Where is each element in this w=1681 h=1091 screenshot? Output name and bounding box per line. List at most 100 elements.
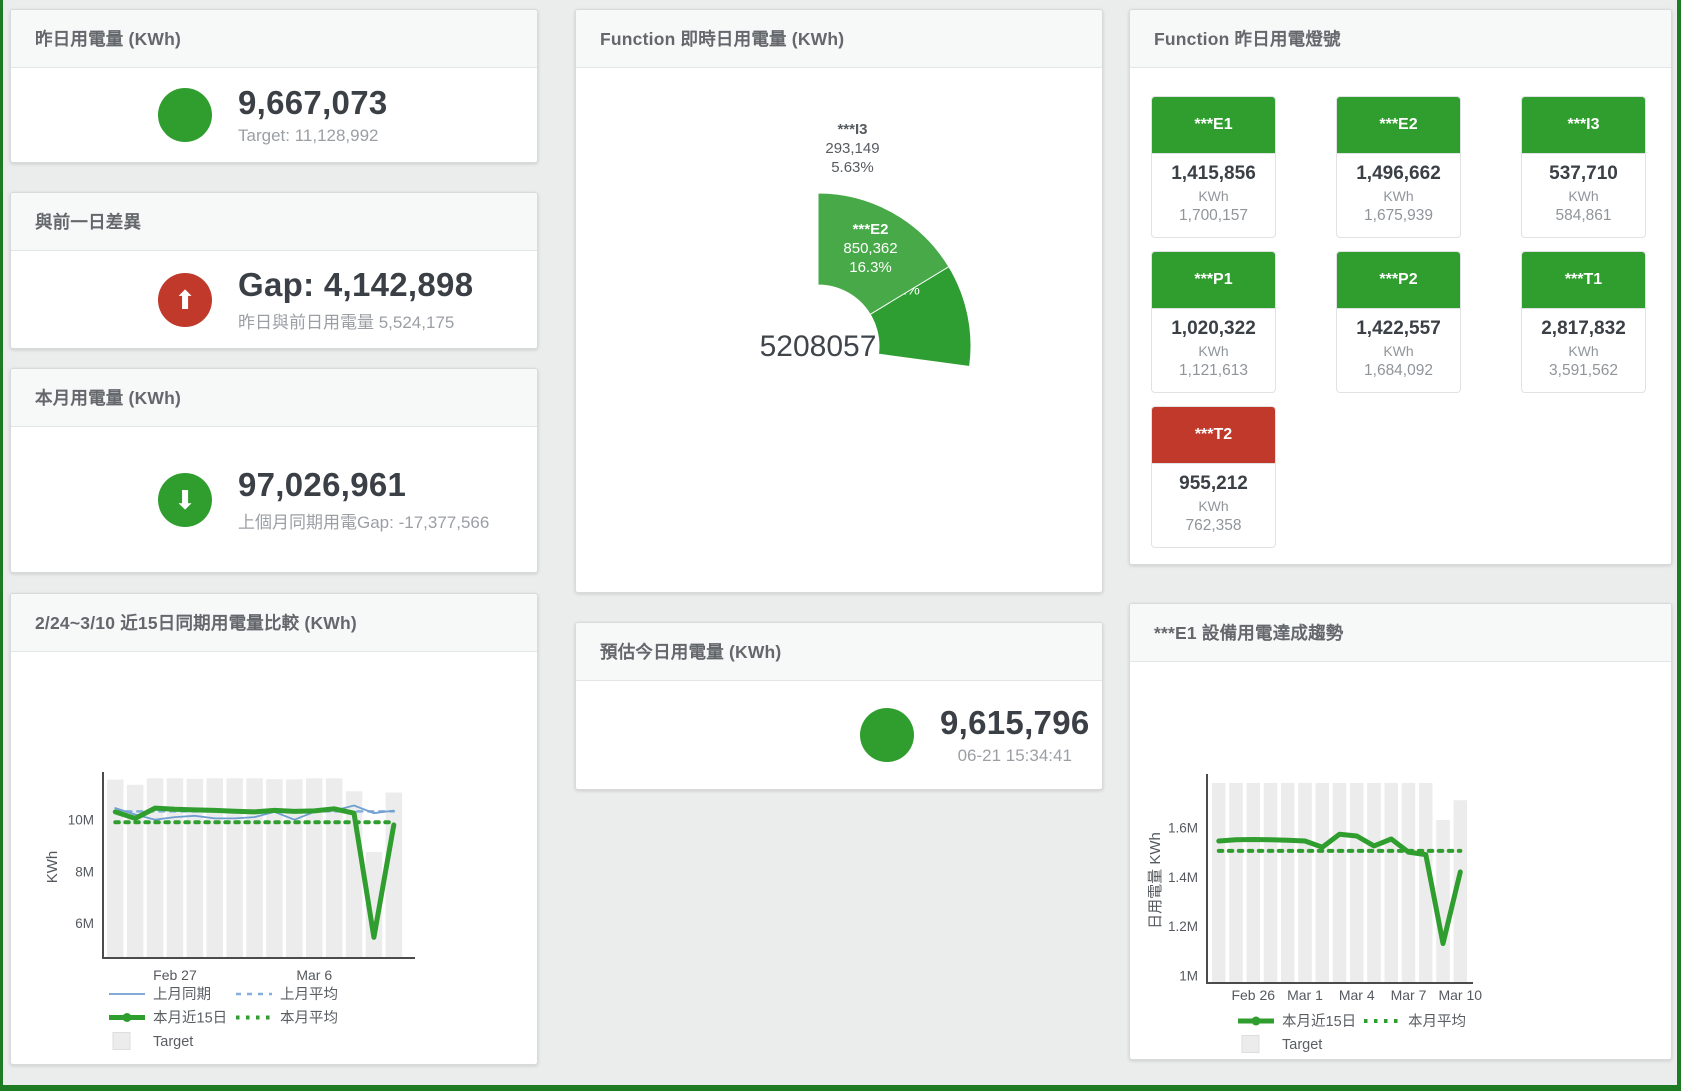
panel-day-gap: 與前一日差異 ⬆ Gap: 4,142,898 昨日與前日用電量 5,524,1… bbox=[10, 192, 538, 349]
realtime-donut-chart: ***T11,413,18327.1%***I3293,1495.63%***T… bbox=[576, 10, 1104, 594]
panel-title: 預估今日用電量 (KWh) bbox=[600, 639, 781, 664]
stat-value: Gap: 4,142,898 bbox=[238, 266, 473, 304]
legend-label: 本月平均 bbox=[1408, 1013, 1466, 1030]
panel-header: Function 昨日用電燈號 bbox=[1130, 10, 1671, 68]
target-bar bbox=[1281, 783, 1295, 983]
tile-label: ***T2 bbox=[1152, 407, 1275, 464]
tile-target-value: 1,121,613 bbox=[1152, 362, 1275, 380]
tile-target-value: 1,700,157 bbox=[1152, 207, 1275, 225]
tile-value: 1,496,662 bbox=[1337, 163, 1460, 185]
stat-timestamp: 06-21 15:34:41 bbox=[940, 746, 1090, 766]
stat-body: 9,615,796 06-21 15:34:41 bbox=[576, 681, 1102, 789]
legend-swatch-target bbox=[113, 1033, 130, 1050]
tile-value: 955,212 bbox=[1152, 473, 1275, 495]
panel-yesterday-usage: 昨日用電量 (KWh) 9,667,073 Target: 11,128,992 bbox=[10, 9, 538, 163]
panel-header: 昨日用電量 (KWh) bbox=[11, 10, 537, 68]
x-tick-label: Mar 4 bbox=[1339, 987, 1375, 1003]
light-tile: ***P21,422,557KWh1,684,092 bbox=[1336, 251, 1461, 393]
target-bar bbox=[1212, 783, 1226, 983]
light-tile: ***E2 1,496,662 KWh 1,675,939 bbox=[1336, 96, 1461, 238]
stat-value: 9,667,073 bbox=[238, 84, 388, 122]
page-edge-right bbox=[1677, 0, 1681, 1091]
target-bar bbox=[147, 778, 164, 958]
light-tile: ***T2 955,212 KWh 762,358 bbox=[1151, 406, 1276, 548]
tile-unit: KWh bbox=[1337, 343, 1460, 359]
legend-dot bbox=[1252, 1017, 1261, 1026]
y-tick-label: 6M bbox=[75, 916, 94, 931]
tile-target-value: 1,684,092 bbox=[1337, 362, 1460, 380]
arrow-down-icon: ⬇ bbox=[158, 473, 212, 527]
legend-label: 本月近15日 bbox=[153, 1010, 227, 1027]
tile-value: 1,422,557 bbox=[1337, 318, 1460, 340]
page-edge-left bbox=[0, 0, 3, 1091]
panel-header: 與前一日差異 bbox=[11, 193, 537, 251]
tile-target-value: 1,675,939 bbox=[1337, 207, 1460, 225]
stat-subtitle: 昨日與前日用電量 5,524,175 bbox=[238, 308, 473, 333]
tile-unit: KWh bbox=[1152, 188, 1275, 204]
stat-body: ⬇ 97,026,961 上個月同期用電Gap: -17,377,566 bbox=[11, 427, 537, 572]
legend-label: 本月平均 bbox=[280, 1010, 338, 1027]
target-bar bbox=[1247, 783, 1261, 983]
donut-slice-label: ***I3293,1495.63% bbox=[825, 121, 879, 176]
tile-unit: KWh bbox=[1152, 498, 1275, 514]
light-tiles-grid: ***E1 1,415,856 KWh 1,700,157 ***E2 1,496,662… bbox=[1151, 96, 1646, 548]
legend-label: Target bbox=[153, 1034, 193, 1050]
stat-subtitle: 上個月同期用電Gap: -17,377,566 bbox=[238, 508, 489, 533]
tile-value: 1,020,322 bbox=[1152, 318, 1275, 340]
panel-title: 與前一日差異 bbox=[35, 209, 141, 234]
target-bar bbox=[246, 778, 262, 958]
y-tick-label: 8M bbox=[75, 864, 94, 879]
arrow-up-icon: ⬆ bbox=[158, 273, 212, 327]
tile-label: ***E2 bbox=[1337, 97, 1460, 154]
compare-chart: 6M8M10MFeb 27Mar 6KWh上月同期上月平均本月近15日本月平均T… bbox=[11, 594, 539, 1066]
target-bar bbox=[1385, 783, 1399, 983]
target-bar bbox=[187, 779, 204, 958]
light-tile: ***T12,817,832KWh3,591,562 bbox=[1521, 251, 1646, 393]
panel-estimate-today: 預估今日用電量 (KWh) 9,615,796 06-21 15:34:41 bbox=[575, 622, 1103, 790]
tile-value: 2,817,832 bbox=[1522, 318, 1645, 340]
stat-body: ⬆ Gap: 4,142,898 昨日與前日用電量 5,524,175 bbox=[11, 251, 537, 348]
y-tick-label: 10M bbox=[68, 813, 94, 828]
panel-header: 預估今日用電量 (KWh) bbox=[576, 623, 1102, 681]
panel-title: Function 昨日用電燈號 bbox=[1154, 26, 1341, 51]
stat-value: 97,026,961 bbox=[238, 466, 489, 504]
target-bar bbox=[107, 780, 124, 958]
panel-title: 本月用電量 (KWh) bbox=[35, 385, 181, 410]
target-bar bbox=[266, 779, 283, 958]
tile-value: 1,415,856 bbox=[1152, 163, 1275, 185]
target-bar bbox=[286, 779, 303, 958]
tile-target-value: 762,358 bbox=[1152, 517, 1275, 535]
tile-unit: KWh bbox=[1522, 188, 1645, 204]
y-axis-title: 日用電量 KWh bbox=[1147, 832, 1164, 929]
y-tick-label: 1M bbox=[1179, 969, 1198, 984]
y-tick-label: 1.2M bbox=[1168, 919, 1198, 934]
trend-chart: 1M1.2M1.4M1.6MFeb 26Mar 1Mar 4Mar 7Mar 1… bbox=[1130, 604, 1673, 1061]
target-bar bbox=[1333, 783, 1347, 983]
stat-body: 9,667,073 Target: 11,128,992 bbox=[11, 68, 537, 162]
target-bar bbox=[1298, 783, 1312, 983]
x-tick-label: Mar 6 bbox=[296, 967, 332, 983]
dashboard-page: 昨日用電量 (KWh) 9,667,073 Target: 11,128,992… bbox=[0, 0, 1681, 1091]
target-bar bbox=[1264, 783, 1278, 983]
stat-subtitle: Target: 11,128,992 bbox=[238, 126, 388, 146]
y-axis-title: KWh bbox=[44, 851, 61, 884]
y-tick-label: 1.6M bbox=[1168, 820, 1198, 835]
legend-label: 上月平均 bbox=[280, 986, 338, 1003]
target-bar bbox=[1367, 783, 1381, 983]
light-tile: ***E1 1,415,856 KWh 1,700,157 bbox=[1151, 96, 1276, 238]
panel-compare-chart: 2/24~3/10 近15日同期用電量比較 (KWh) 6M8M10MFeb 2… bbox=[10, 593, 538, 1065]
panel-title: 昨日用電量 (KWh) bbox=[35, 26, 181, 51]
panel-realtime-donut: Function 即時日用電量 (KWh) ***T11,413,18327.1… bbox=[575, 9, 1103, 593]
stat-value: 9,615,796 bbox=[940, 704, 1090, 742]
tile-label: ***T1 bbox=[1522, 252, 1645, 309]
tile-unit: KWh bbox=[1337, 188, 1460, 204]
x-tick-label: Feb 27 bbox=[153, 967, 197, 983]
target-bar bbox=[386, 793, 403, 958]
light-tile: ***I3537,710KWh584,861 bbox=[1521, 96, 1646, 238]
tile-label: ***E1 bbox=[1152, 97, 1275, 154]
tile-value: 537,710 bbox=[1522, 163, 1645, 185]
panel-status-lights: Function 昨日用電燈號 ***E1 1,415,856 KWh 1,700,1… bbox=[1129, 9, 1672, 565]
x-tick-label: Mar 1 bbox=[1287, 987, 1323, 1003]
light-tile: ***P11,020,322KWh1,121,613 bbox=[1151, 251, 1276, 393]
status-ok-circle bbox=[860, 708, 914, 762]
